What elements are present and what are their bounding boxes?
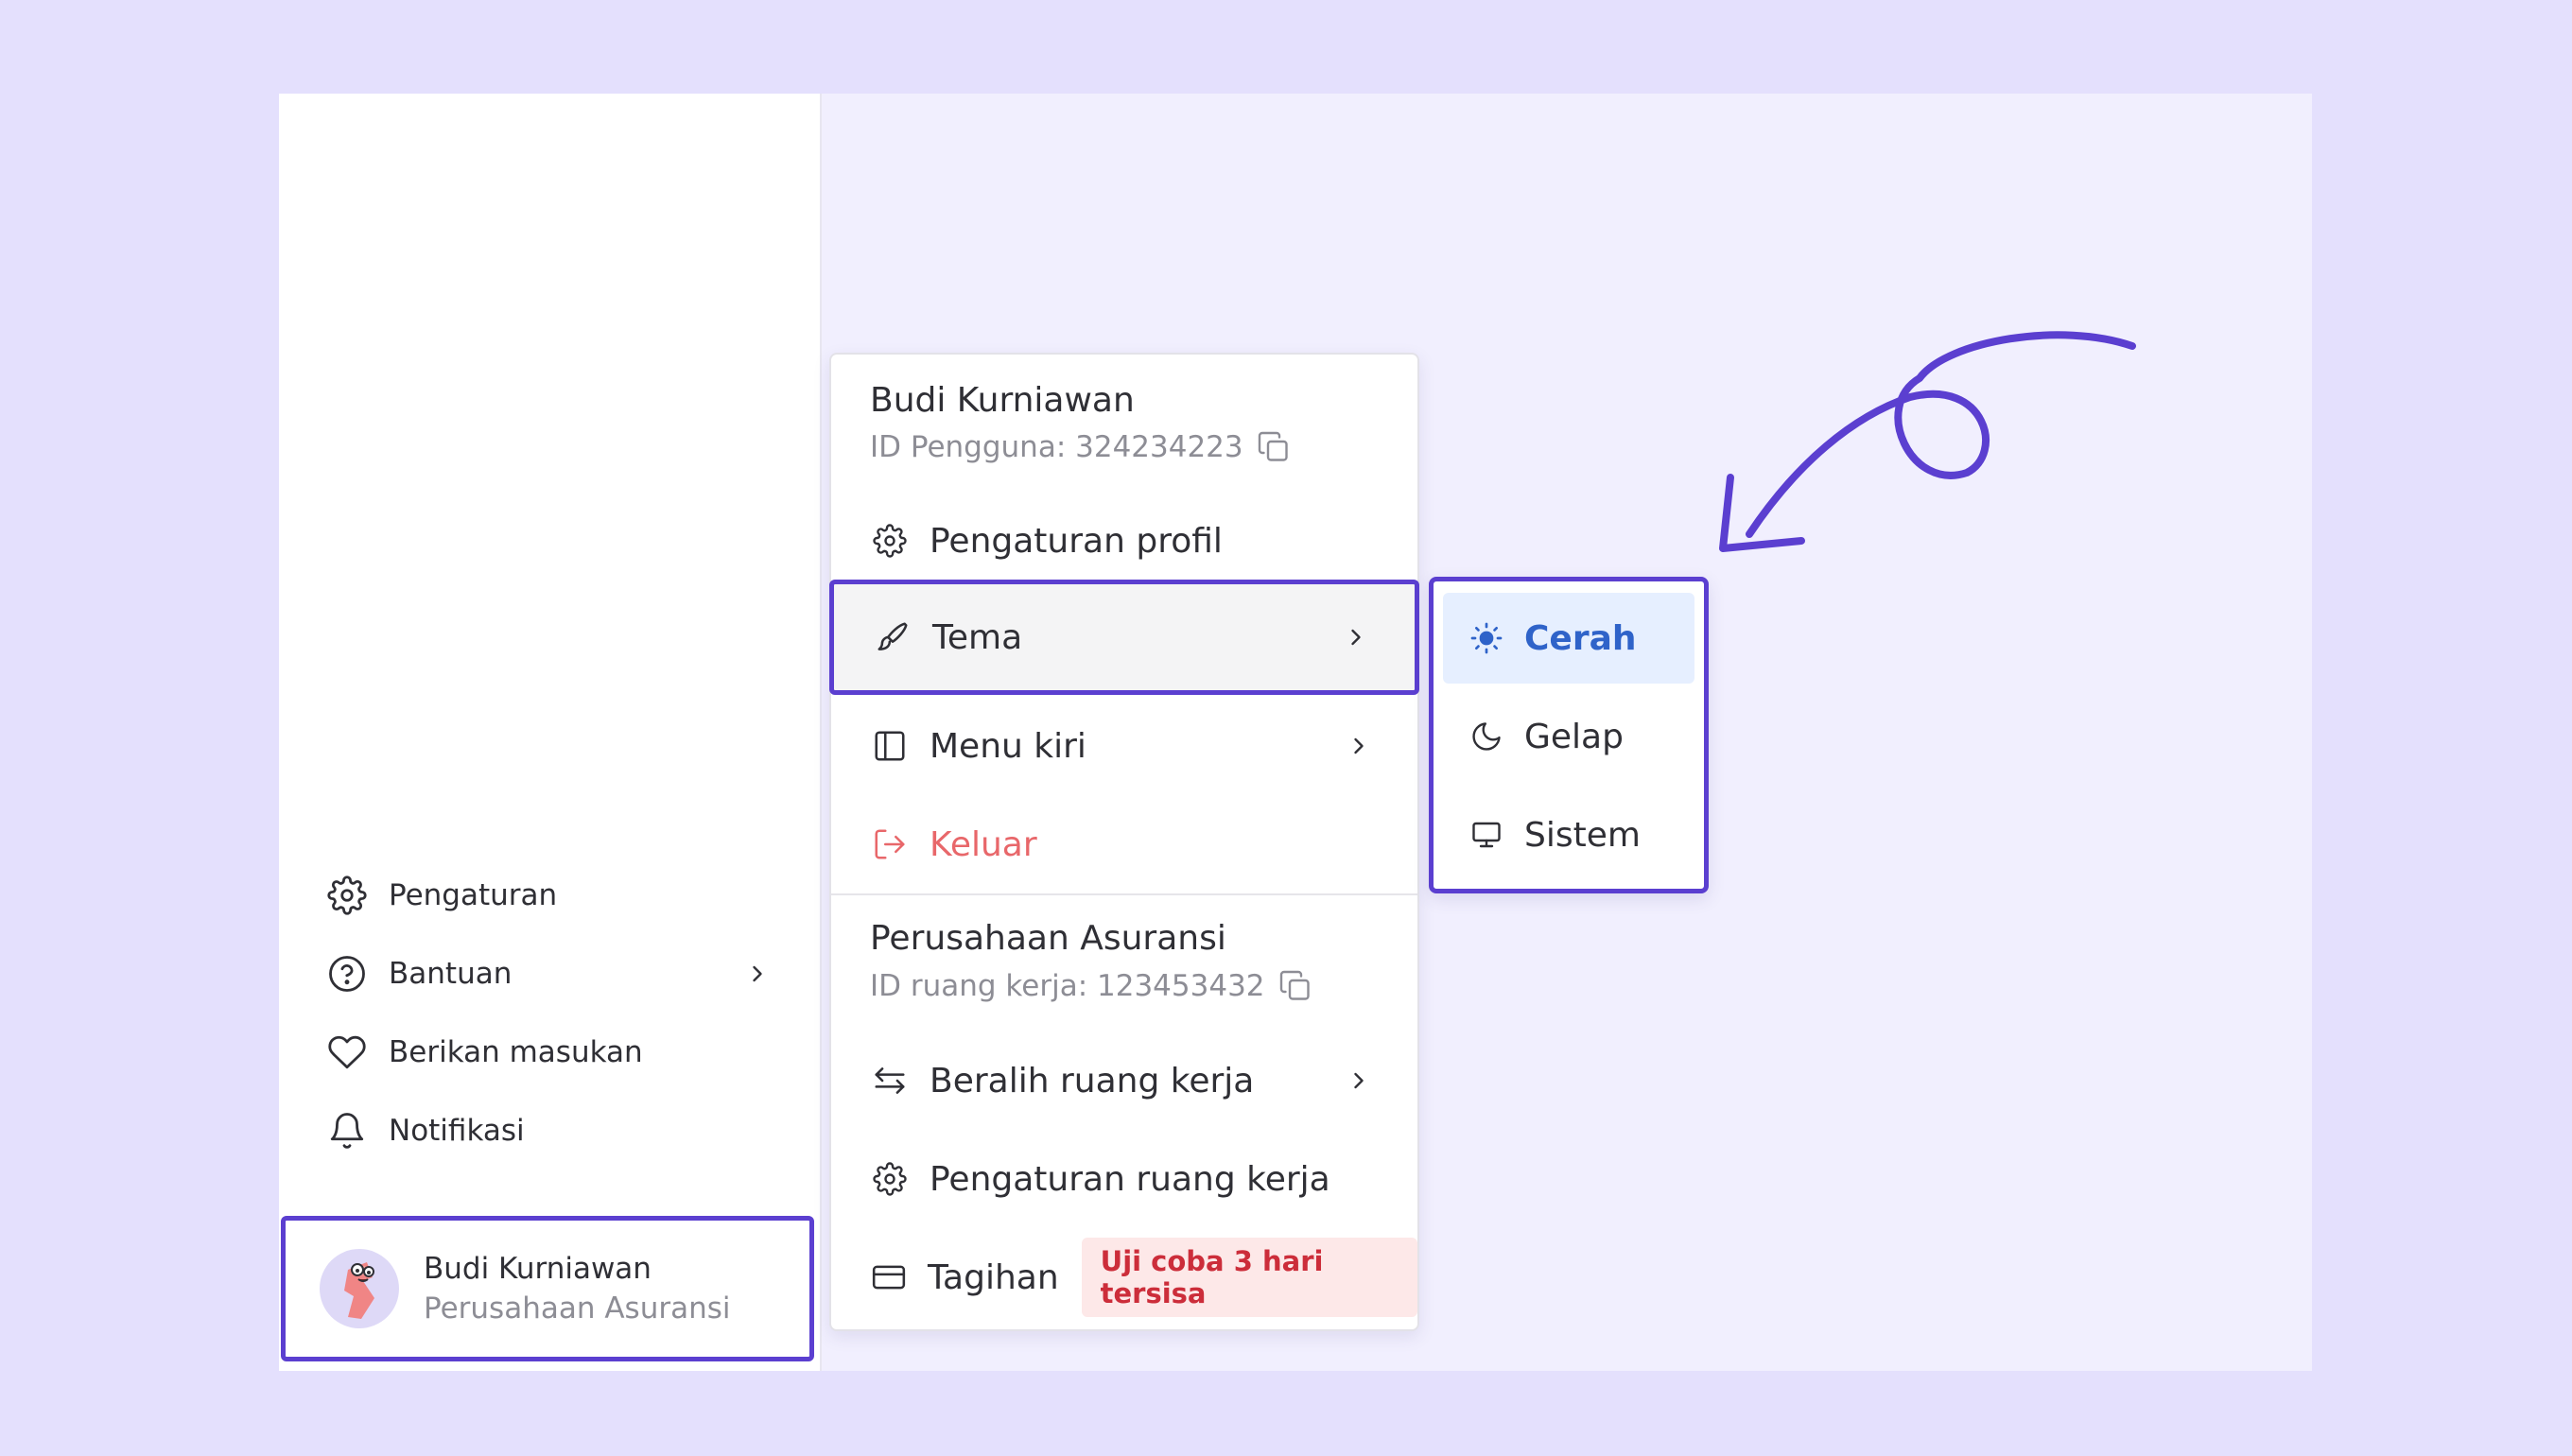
help-circle-icon bbox=[326, 953, 368, 995]
sidebar-item-settings[interactable]: Pengaturan bbox=[326, 867, 780, 924]
copy-icon[interactable] bbox=[1278, 969, 1312, 1003]
sidebar: Pengaturan Bantuan Berikan masukan Notif… bbox=[279, 94, 822, 1371]
theme-submenu: Cerah Gelap Sistem bbox=[1429, 577, 1709, 893]
monitor-icon bbox=[1468, 816, 1505, 854]
chevron-right-icon bbox=[1346, 1067, 1372, 1094]
chevron-right-icon bbox=[1343, 624, 1369, 650]
gear-icon bbox=[871, 1160, 909, 1198]
brush-icon bbox=[874, 618, 912, 656]
logout-icon bbox=[871, 825, 909, 863]
avatar bbox=[320, 1249, 399, 1328]
heart-icon bbox=[326, 1031, 368, 1073]
workspace-name: Perusahaan Asuransi bbox=[870, 919, 1226, 958]
menu-item-label: Beralih ruang kerja bbox=[930, 1061, 1255, 1101]
user-name: Budi Kurniawan bbox=[424, 1252, 652, 1286]
sidebar-item-label: Berikan masukan bbox=[389, 1035, 643, 1069]
account-menu: Budi Kurniawan ID Pengguna: 324234223 Pe… bbox=[829, 353, 1419, 1331]
theme-option-label: Sistem bbox=[1524, 815, 1641, 855]
sidebar-item-label: Notifikasi bbox=[389, 1114, 525, 1148]
theme-option-light[interactable]: Cerah bbox=[1443, 593, 1694, 684]
sun-icon bbox=[1468, 619, 1505, 657]
menu-item-label: Tema bbox=[932, 617, 1023, 657]
sidebar-panel-icon bbox=[871, 727, 909, 765]
sidebar-item-label: Bantuan bbox=[389, 957, 513, 991]
annotation-arrow-icon bbox=[1719, 331, 2136, 552]
chevron-right-icon bbox=[744, 961, 771, 987]
workspace-id: ID ruang kerja: 123453432 bbox=[870, 969, 1312, 1003]
gear-icon bbox=[871, 522, 909, 560]
user-id-text: ID Pengguna: 324234223 bbox=[870, 430, 1243, 464]
workspace-id-text: ID ruang kerja: 123453432 bbox=[870, 969, 1265, 1003]
theme-option-label: Cerah bbox=[1524, 618, 1637, 658]
theme-option-label: Gelap bbox=[1524, 717, 1624, 756]
moon-icon bbox=[1468, 718, 1505, 755]
menu-item-label: Pengaturan ruang kerja bbox=[930, 1159, 1330, 1199]
user-card[interactable]: Budi Kurniawan Perusahaan Asuransi bbox=[281, 1216, 814, 1361]
menu-item-theme[interactable]: Tema bbox=[829, 580, 1419, 695]
switch-arrows-icon bbox=[871, 1062, 909, 1100]
menu-item-label: Tagihan bbox=[928, 1257, 1059, 1297]
theme-option-system[interactable]: Sistem bbox=[1443, 789, 1694, 880]
bell-icon bbox=[326, 1110, 368, 1152]
sidebar-item-label: Pengaturan bbox=[389, 878, 558, 912]
avatar-illustration-icon bbox=[344, 1262, 374, 1319]
menu-item-switch-workspace[interactable]: Beralih ruang kerja bbox=[831, 1031, 1417, 1130]
menu-divider bbox=[831, 893, 1417, 895]
menu-item-billing[interactable]: Tagihan Uji coba 3 hari tersisa bbox=[831, 1228, 1417, 1326]
user-org: Perusahaan Asuransi bbox=[424, 1291, 731, 1326]
gear-icon bbox=[326, 875, 368, 916]
trial-badge: Uji coba 3 hari tersisa bbox=[1081, 1238, 1417, 1317]
credit-card-icon bbox=[871, 1258, 907, 1296]
menu-user-name: Budi Kurniawan bbox=[870, 381, 1135, 420]
menu-item-profile-settings[interactable]: Pengaturan profil bbox=[831, 492, 1417, 590]
sidebar-item-notifications[interactable]: Notifikasi bbox=[326, 1102, 780, 1159]
menu-item-label: Keluar bbox=[930, 824, 1037, 864]
menu-item-left-menu[interactable]: Menu kiri bbox=[831, 697, 1417, 795]
theme-option-dark[interactable]: Gelap bbox=[1443, 691, 1694, 782]
chevron-right-icon bbox=[1346, 733, 1372, 759]
copy-icon[interactable] bbox=[1257, 430, 1291, 464]
menu-item-workspace-settings[interactable]: Pengaturan ruang kerja bbox=[831, 1130, 1417, 1228]
menu-user-id: ID Pengguna: 324234223 bbox=[870, 430, 1291, 464]
menu-item-label: Menu kiri bbox=[930, 726, 1086, 766]
menu-item-label: Pengaturan profil bbox=[930, 521, 1223, 561]
sidebar-item-help[interactable]: Bantuan bbox=[326, 945, 780, 1002]
menu-item-logout[interactable]: Keluar bbox=[831, 795, 1417, 893]
sidebar-item-feedback[interactable]: Berikan masukan bbox=[326, 1024, 780, 1081]
